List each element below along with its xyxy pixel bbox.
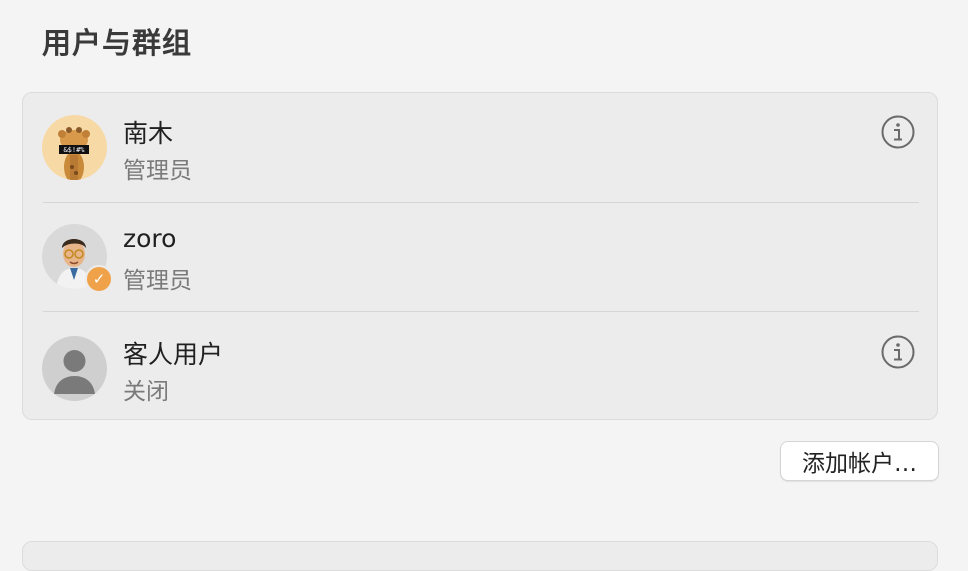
add-account-button[interactable]: 添加帐户… xyxy=(780,441,939,481)
checkmark-badge-icon: ✓ xyxy=(85,265,113,293)
user-row-guest[interactable]: 客人用户 关闭 xyxy=(23,312,937,421)
info-circle-icon[interactable] xyxy=(881,335,915,369)
user-role: 关闭 xyxy=(123,379,169,405)
avatar-label: &$!#% xyxy=(63,146,85,154)
giraffe-avatar: &$!#% xyxy=(42,115,107,180)
user-row-zoro[interactable]: ✓ zoro 管理员 xyxy=(23,203,937,312)
user-name: zoro xyxy=(123,224,177,253)
user-name: 南木 xyxy=(123,119,174,148)
user-row-nanmu[interactable]: &$!#% 南木 管理员 xyxy=(23,93,937,202)
users-list-panel: &$!#% 南木 管理员 ✓ zoro 管理员 客人用户 关闭 xyxy=(22,92,938,420)
info-circle-icon[interactable] xyxy=(881,115,915,149)
person-silhouette-icon xyxy=(42,336,107,401)
user-name: 客人用户 xyxy=(123,340,224,369)
user-role: 管理员 xyxy=(123,158,192,184)
next-section-panel xyxy=(22,541,938,571)
user-role: 管理员 xyxy=(123,268,192,294)
page-title: 用户与群组 xyxy=(42,26,193,60)
